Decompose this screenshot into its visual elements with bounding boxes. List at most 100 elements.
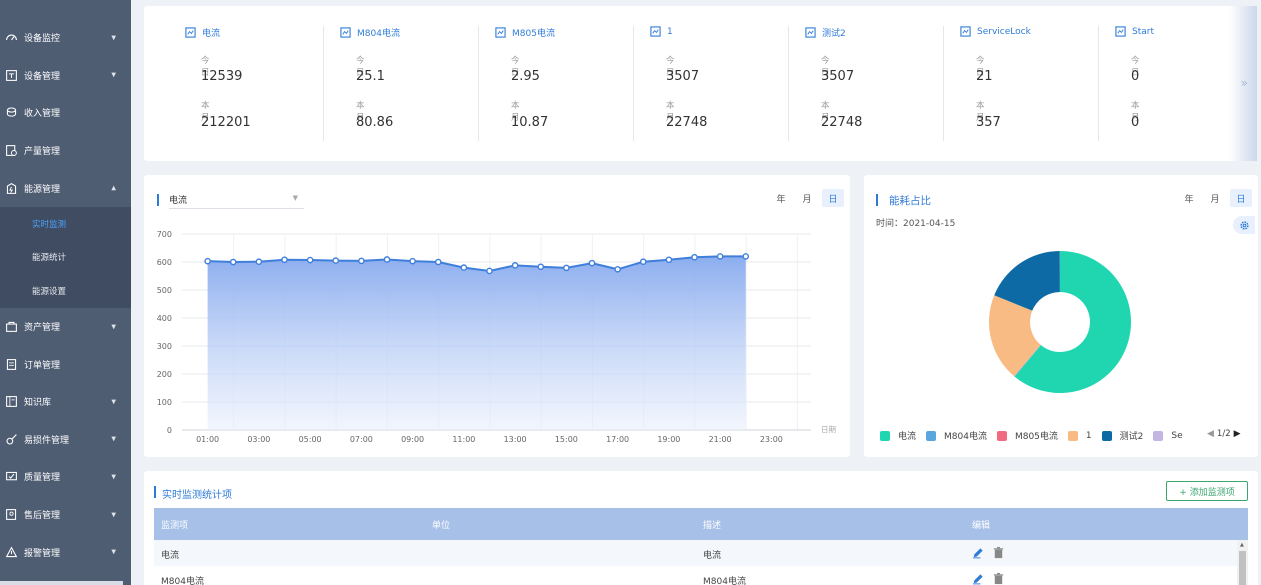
donut-chart xyxy=(989,251,1131,393)
x-tick-label: 11:00 xyxy=(452,435,475,444)
energy-submenu: 实时监测 能源统计 能源设置 xyxy=(0,206,131,308)
column-header-unit: 单位 xyxy=(432,520,451,531)
y-tick-label: 200 xyxy=(157,370,172,379)
table-row[interactable]: 电流 电流 xyxy=(154,540,1238,566)
legend-item[interactable]: Se xyxy=(1153,430,1183,441)
data-point[interactable] xyxy=(563,264,570,272)
stat-divider xyxy=(323,26,324,141)
sidebar-item-6[interactable]: 订单管理 xyxy=(0,345,131,383)
scroll-up-icon[interactable]: ▲ xyxy=(1240,542,1244,548)
data-point[interactable] xyxy=(460,264,468,271)
chevron-down-icon: ▼ xyxy=(111,398,116,406)
legend-item[interactable]: 电流 xyxy=(880,429,916,442)
today-value: 25.1 xyxy=(356,69,385,84)
trash-icon[interactable] xyxy=(992,572,1005,585)
sidebar-item-4[interactable]: 能源管理 ▲ xyxy=(0,169,131,207)
stat-name-text: M804电流 xyxy=(357,29,400,39)
x-tick-label: 13:00 xyxy=(504,435,527,444)
data-point[interactable] xyxy=(332,257,340,264)
sidebar-item-9[interactable]: 质量管理 ▼ xyxy=(0,458,131,496)
pie-legend: 电流 M804电流 M805电流 1 测试2 Se xyxy=(880,429,1183,442)
legend-label: Se xyxy=(1171,430,1183,441)
sidebar-item-8[interactable]: 易损件管理 ▼ xyxy=(0,421,131,459)
stat-divider xyxy=(943,26,944,141)
stat-name-text: 电流 xyxy=(202,29,221,39)
legend-label: 电流 xyxy=(898,432,917,442)
data-point[interactable] xyxy=(204,257,211,265)
table-row[interactable]: M804电流 M804电流 xyxy=(154,566,1238,585)
data-point[interactable] xyxy=(665,256,673,264)
legend-item[interactable]: M805电流 xyxy=(996,429,1058,442)
edit-icon[interactable] xyxy=(972,546,985,559)
sidebar-item-7[interactable]: 知识库 ▼ xyxy=(0,383,131,421)
monitor-icon xyxy=(960,26,971,37)
today-value: 3507 xyxy=(821,69,855,84)
add-monitor-item-button[interactable]: + 添加监测项 xyxy=(1166,481,1248,501)
data-point[interactable] xyxy=(511,262,519,269)
energy-icon xyxy=(4,181,18,195)
legend-label: M805电流 xyxy=(1014,432,1058,442)
legend-next-button[interactable]: ▶ xyxy=(1234,429,1241,439)
sidebar-item-10[interactable]: 售后管理 ▼ xyxy=(0,496,131,534)
knowledge-icon xyxy=(4,395,18,409)
data-point[interactable] xyxy=(614,265,621,273)
data-point[interactable] xyxy=(716,253,724,260)
stat-name: ServiceLock xyxy=(960,26,1031,37)
submenu-item-0[interactable]: 实时监测 xyxy=(0,207,131,241)
scrollbar-thumb[interactable] xyxy=(1239,551,1246,585)
data-point[interactable] xyxy=(691,253,698,261)
income-icon xyxy=(4,106,18,120)
data-point[interactable] xyxy=(383,256,391,263)
output-icon xyxy=(4,144,18,158)
submenu-item-2[interactable]: 能源设置 xyxy=(0,274,131,308)
sidebar-item-label: 设备管理 xyxy=(24,71,61,82)
data-point[interactable] xyxy=(306,256,314,264)
sidebar-item-3[interactable]: 产量管理 xyxy=(0,132,131,170)
data-point[interactable] xyxy=(229,258,237,266)
data-point[interactable] xyxy=(742,253,750,260)
data-point[interactable] xyxy=(537,263,545,271)
stat-name: Start xyxy=(1115,26,1154,37)
edit-icon[interactable] xyxy=(972,572,985,585)
column-header-desc: 描述 xyxy=(703,520,722,531)
table-header: 监测项 单位 描述 编辑 xyxy=(154,508,1248,540)
sidebar: 设备监控 ▼ 设备管理 ▼ 收入管理 产量管理 能源管理 ▲ 实时监测 能源统计能… xyxy=(0,0,131,585)
sidebar-item-5[interactable]: 资产管理 ▼ xyxy=(0,308,131,346)
area-fill xyxy=(207,256,746,430)
sidebar-item-1[interactable]: 设备管理 ▼ xyxy=(0,57,131,95)
legend-item[interactable]: 测试2 xyxy=(1101,429,1143,442)
data-point[interactable] xyxy=(255,258,263,266)
x-tick-label: 19:00 xyxy=(657,435,680,444)
asset-icon xyxy=(4,320,18,334)
legend-item[interactable]: M804电流 xyxy=(926,429,987,442)
data-point[interactable] xyxy=(281,256,288,264)
x-tick-label: 15:00 xyxy=(555,435,578,444)
data-point[interactable] xyxy=(434,258,442,266)
legend-item[interactable]: 1 xyxy=(1067,430,1092,441)
month-value: 212201 xyxy=(201,115,251,130)
stat-name-text: ServiceLock xyxy=(977,26,1031,37)
stats-card: Start 今日 0 本月 0 ServiceLock 今日 21 本月 357… xyxy=(144,6,1257,161)
sidebar-item-2[interactable]: 收入管理 xyxy=(0,94,131,132)
data-point[interactable] xyxy=(358,257,365,265)
data-point[interactable] xyxy=(486,267,493,275)
y-tick-label: 600 xyxy=(157,258,172,267)
sidebar-item-11[interactable]: 报警管理 ▼ xyxy=(0,533,131,571)
stats-next-arrow[interactable]: » xyxy=(1241,76,1248,90)
line-chart-card: 电流 ▼ 年 月 日 0 100 200 300 400 500 600 700 01:00 03… xyxy=(144,175,850,457)
table-scrollbar[interactable]: ▲ xyxy=(1237,540,1248,585)
cell-item: 电流 xyxy=(161,551,180,561)
data-point[interactable] xyxy=(639,258,647,266)
data-point[interactable] xyxy=(588,259,596,267)
submenu-item-1[interactable]: 能源统计 xyxy=(0,241,131,275)
month-value: 10.87 xyxy=(511,115,549,130)
data-point[interactable] xyxy=(409,257,416,265)
sidebar-item-0[interactable]: 设备监控 ▼ xyxy=(0,19,131,57)
sidebar-item-label: 收入管理 xyxy=(24,109,61,120)
sidebar-item-label: 订单管理 xyxy=(24,360,61,371)
x-tick-label: 03:00 xyxy=(247,435,270,444)
column-header-item: 监测项 xyxy=(161,520,189,531)
trash-icon[interactable] xyxy=(992,546,1005,559)
cell-desc: 电流 xyxy=(703,551,722,561)
legend-prev-button[interactable]: ◀ xyxy=(1207,429,1214,439)
